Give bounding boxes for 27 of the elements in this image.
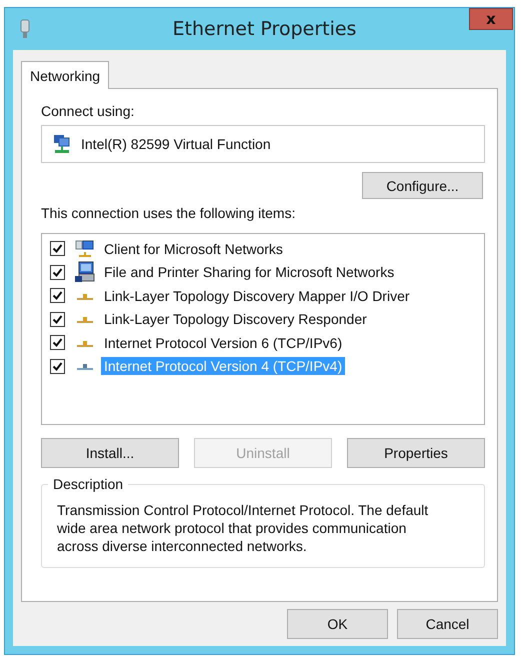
configure-button[interactable]: Configure...	[362, 172, 483, 199]
checkbox[interactable]	[50, 288, 65, 304]
close-button[interactable]: x	[469, 8, 513, 30]
action-button[interactable]: Properties	[347, 438, 485, 468]
action-button[interactable]: Install...	[41, 438, 179, 468]
computer-printer-icon	[75, 261, 95, 284]
checkbox[interactable]	[50, 241, 65, 256]
description-text: Transmission Control Protocol/Internet Protocol. The default wide area network protocol that provides communication across diverse interconnected networks.	[57, 501, 430, 555]
list-item[interactable]: Client for Microsoft Networks	[101, 240, 286, 258]
checkbox[interactable]	[50, 358, 65, 374]
network-computer-icon	[75, 240, 95, 258]
checkbox[interactable]	[50, 312, 65, 327]
list-item[interactable]: Link-Layer Topology Discovery Mapper I/O Driver	[101, 286, 413, 305]
list-item[interactable]: Internet Protocol Version 6 (TCP/IPv6)	[101, 334, 346, 352]
ethernet-icon	[20, 19, 30, 39]
checkbox[interactable]	[50, 335, 65, 350]
list-item[interactable]: Link-Layer Topology Discovery Responder	[101, 310, 370, 328]
adapter-name: Intel(R) 82599 Virtual Function	[81, 136, 271, 152]
tab[interactable]: Networking	[21, 61, 110, 89]
list-item[interactable]: File and Printer Sharing for Microsoft Networks	[101, 263, 398, 282]
dialog-button[interactable]: OK	[287, 609, 388, 639]
items-label: This connection uses the following items:	[41, 205, 296, 221]
checkbox[interactable]	[50, 264, 65, 280]
connect-using-label: Connect using:	[41, 103, 136, 119]
dialog-button[interactable]: Cancel	[397, 609, 498, 639]
description-legend: Description	[48, 476, 128, 492]
window-title: Ethernet Properties	[172, 18, 358, 40]
